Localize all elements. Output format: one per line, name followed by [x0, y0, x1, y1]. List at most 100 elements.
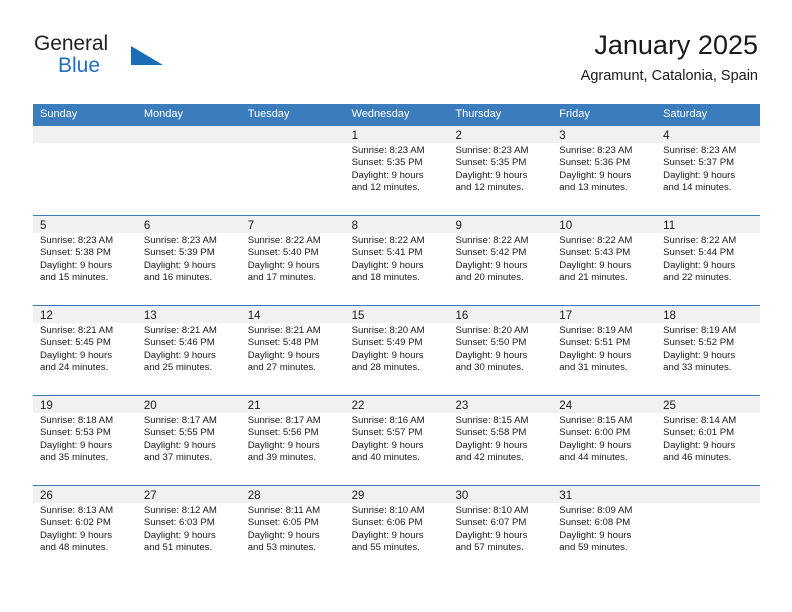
calendar-day-cell[interactable]: 23 Sunrise: 8:15 AM Sunset: 5:58 PM Dayligh…: [448, 395, 553, 485]
daylight-text-line1: Daylight: 9 hours: [143, 259, 216, 271]
daylight-text-line1: Daylight: 9 hours: [351, 259, 424, 271]
calendar-day-cell[interactable]: 5 Sunrise: 8:23 AM Sunset: 5:38 PM Daylight…: [33, 215, 137, 305]
daylight-text-line2: and 46 minutes.: [663, 451, 732, 463]
calendar-day-cell[interactable]: 25 Sunrise: 8:14 AM Sunset: 6:01 PM Dayligh…: [656, 395, 761, 485]
sunrise-text: Sunrise: 8:11 AM: [247, 505, 321, 516]
day-number: 25: [663, 400, 676, 412]
calendar-day-cell[interactable]: 31 Sunrise: 8:09 AM Sunset: 6:08 PM Dayligh…: [552, 485, 657, 575]
sunrise-text: Sunrise: 8:22 AM: [247, 235, 321, 246]
calendar-day-cell[interactable]: 20 Sunrise: 8:17 AM Sunset: 5:55 PM Dayligh…: [136, 395, 241, 485]
daylight-text-line2: and 30 minutes.: [455, 361, 524, 373]
calendar-day-cell[interactable]: 8 Sunrise: 8:22 AM Sunset: 5:41 PM Daylight…: [344, 215, 449, 305]
day-number-band: 21: [240, 396, 345, 413]
daylight-text-line2: and 39 minutes.: [247, 451, 316, 463]
daylight-text-line1: Daylight: 9 hours: [247, 349, 320, 361]
daylight-text-line1: Daylight: 9 hours: [663, 349, 736, 361]
sunset-text: Sunset: 6:01 PM: [663, 427, 735, 439]
daylight-text-line1: Daylight: 9 hours: [40, 529, 112, 541]
day-number: 29: [351, 490, 365, 502]
calendar-day-cell[interactable]: 30 Sunrise: 8:10 AM Sunset: 6:07 PM Dayligh…: [448, 485, 553, 575]
sunrise-text: Sunrise: 8:22 AM: [351, 235, 425, 246]
calendar-day-cell[interactable]: 16 Sunrise: 8:20 AM Sunset: 5:50 PM Dayligh…: [448, 305, 553, 395]
sunset-text: Sunset: 6:05 PM: [247, 517, 319, 529]
sunset-text: Sunset: 5:42 PM: [455, 247, 527, 259]
calendar-week-row: 19 Sunrise: 8:18 AM Sunset: 5:53 PM Dayligh…: [33, 395, 761, 485]
calendar-day-cell[interactable]: 13 Sunrise: 8:21 AM Sunset: 5:46 PM Dayligh…: [136, 305, 241, 395]
daylight-text-line1: Daylight: 9 hours: [663, 259, 736, 271]
calendar-weeks: 1 Sunrise: 8:23 AM Sunset: 5:35 PM Daylight…: [33, 125, 761, 575]
day-number-band: 10: [552, 216, 657, 233]
calendar-day-cell[interactable]: 21 Sunrise: 8:17 AM Sunset: 5:56 PM Dayligh…: [240, 395, 345, 485]
generalblue-logo[interactable]: General Blue: [34, 32, 224, 90]
sunset-text: Sunset: 5:37 PM: [663, 157, 735, 169]
day-number: 14: [247, 310, 261, 322]
day-sun-info: Sunrise: 8:23 AM Sunset: 5:35 PM Daylight:…: [448, 143, 552, 194]
sunrise-text: Sunrise: 8:19 AM: [663, 325, 737, 336]
daylight-text-line1: Daylight: 9 hours: [455, 439, 528, 451]
calendar-day-cell-empty: [136, 125, 241, 215]
calendar-day-cell[interactable]: 12 Sunrise: 8:21 AM Sunset: 5:45 PM Dayligh…: [33, 305, 137, 395]
sunrise-text: Sunrise: 8:23 AM: [663, 145, 737, 156]
day-number: 8: [351, 220, 358, 232]
weekday-header-saturday: Saturday: [663, 108, 708, 120]
daylight-text-line2: and 33 minutes.: [663, 361, 732, 373]
calendar-day-cell[interactable]: 3 Sunrise: 8:23 AM Sunset: 5:36 PM Daylight…: [552, 125, 657, 215]
calendar-day-cell[interactable]: 6 Sunrise: 8:23 AM Sunset: 5:39 PM Daylight…: [136, 215, 241, 305]
calendar-week-row: 12 Sunrise: 8:21 AM Sunset: 5:45 PM Dayligh…: [33, 305, 761, 395]
day-number-band: 23: [448, 396, 553, 413]
sunrise-text: Sunrise: 8:13 AM: [40, 505, 114, 516]
day-number-band: 25: [656, 396, 761, 413]
day-number-band: 4: [656, 126, 761, 143]
daylight-text-line2: and 21 minutes.: [559, 271, 628, 283]
calendar-day-cell[interactable]: 15 Sunrise: 8:20 AM Sunset: 5:49 PM Dayligh…: [344, 305, 449, 395]
calendar-grid: Sunday Monday Tuesday Wednesday Thursday Frid…: [33, 104, 761, 575]
daylight-text-line1: Daylight: 9 hours: [247, 529, 320, 541]
sunrise-text: Sunrise: 8:15 AM: [455, 415, 529, 426]
calendar-day-cell[interactable]: 26 Sunrise: 8:13 AM Sunset: 6:02 PM Dayligh…: [33, 485, 137, 575]
sunrise-text: Sunrise: 8:23 AM: [351, 145, 425, 156]
day-number: 11: [663, 220, 676, 232]
sunrise-text: Sunrise: 8:17 AM: [143, 415, 217, 426]
day-number-band: 7: [240, 216, 345, 233]
calendar-day-cell[interactable]: 19 Sunrise: 8:18 AM Sunset: 5:53 PM Dayligh…: [33, 395, 137, 485]
daylight-text-line2: and 18 minutes.: [351, 271, 420, 283]
page-subtitle: Agramunt, Catalonia, Spain: [580, 68, 758, 84]
daylight-text-line1: Daylight: 9 hours: [351, 529, 424, 541]
calendar-day-cell[interactable]: 24 Sunrise: 8:15 AM Sunset: 6:00 PM Dayligh…: [552, 395, 657, 485]
day-number-band: 28: [240, 486, 345, 503]
day-number: 2: [455, 130, 462, 142]
calendar-day-cell[interactable]: 11 Sunrise: 8:22 AM Sunset: 5:44 PM Dayligh…: [656, 215, 761, 305]
day-number: 19: [40, 400, 53, 412]
calendar-day-cell[interactable]: 4 Sunrise: 8:23 AM Sunset: 5:37 PM Daylight…: [656, 125, 761, 215]
calendar-day-cell[interactable]: 17 Sunrise: 8:19 AM Sunset: 5:51 PM Dayligh…: [552, 305, 657, 395]
day-number-band: 22: [344, 396, 449, 413]
calendar-day-cell[interactable]: 7 Sunrise: 8:22 AM Sunset: 5:40 PM Daylight…: [240, 215, 345, 305]
daylight-text-line2: and 37 minutes.: [143, 451, 213, 463]
calendar-day-cell[interactable]: 14 Sunrise: 8:21 AM Sunset: 5:48 PM Dayligh…: [240, 305, 345, 395]
sunset-text: Sunset: 5:43 PM: [559, 247, 631, 259]
sunset-text: Sunset: 5:58 PM: [455, 427, 527, 439]
daylight-text-line1: Daylight: 9 hours: [351, 439, 424, 451]
calendar-day-cell[interactable]: 29 Sunrise: 8:10 AM Sunset: 6:06 PM Dayligh…: [344, 485, 449, 575]
calendar-day-cell[interactable]: 22 Sunrise: 8:16 AM Sunset: 5:57 PM Dayligh…: [344, 395, 449, 485]
sunrise-text: Sunrise: 8:15 AM: [559, 415, 633, 426]
page-title: January 2025: [594, 30, 758, 60]
sunset-text: Sunset: 5:48 PM: [247, 337, 319, 349]
calendar-week-row: 26 Sunrise: 8:13 AM Sunset: 6:02 PM Dayligh…: [33, 485, 761, 575]
calendar-day-cell[interactable]: 18 Sunrise: 8:19 AM Sunset: 5:52 PM Dayligh…: [656, 305, 761, 395]
calendar-day-cell[interactable]: 2 Sunrise: 8:23 AM Sunset: 5:35 PM Daylight…: [448, 125, 553, 215]
day-number-band: 30: [448, 486, 553, 503]
sunset-text: Sunset: 5:44 PM: [663, 247, 735, 259]
day-sun-info: Sunrise: 8:21 AM Sunset: 5:48 PM Daylight:…: [241, 323, 345, 374]
calendar-day-cell[interactable]: 9 Sunrise: 8:22 AM Sunset: 5:42 PM Daylight…: [448, 215, 553, 305]
calendar-day-cell[interactable]: 1 Sunrise: 8:23 AM Sunset: 5:35 PM Daylight…: [344, 125, 449, 215]
calendar-day-cell-empty: [656, 485, 761, 575]
daylight-text-line1: Daylight: 9 hours: [455, 169, 528, 181]
daylight-text-line1: Daylight: 9 hours: [455, 349, 528, 361]
day-sun-info: Sunrise: 8:22 AM Sunset: 5:43 PM Daylight:…: [552, 233, 656, 284]
day-sun-info: Sunrise: 8:20 AM Sunset: 5:50 PM Daylight:…: [448, 323, 552, 374]
calendar-day-cell[interactable]: 27 Sunrise: 8:12 AM Sunset: 6:03 PM Dayligh…: [136, 485, 241, 575]
calendar-day-cell[interactable]: 10 Sunrise: 8:22 AM Sunset: 5:43 PM Dayligh…: [552, 215, 657, 305]
sunset-text: Sunset: 5:51 PM: [559, 337, 631, 349]
calendar-day-cell[interactable]: 28 Sunrise: 8:11 AM Sunset: 6:05 PM Dayligh…: [240, 485, 345, 575]
